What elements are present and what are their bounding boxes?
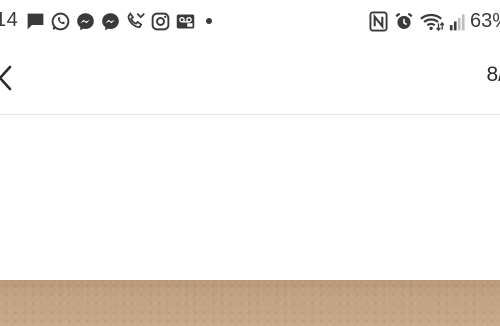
back-arrow-icon [0,65,12,91]
nfc-icon [369,11,388,32]
message-icon [25,11,46,32]
instagram-icon [150,11,171,32]
screen: 14 63 8 [0,0,500,326]
back-button[interactable] [0,64,16,92]
page-counter: 8/ [486,63,500,86]
alarm-icon [393,11,415,32]
messenger-icon [75,11,96,32]
app-toolbar: 8/ [0,44,500,115]
battery-percentage: 63% [469,9,500,32]
system-icons: 63% [369,10,500,32]
whatsapp-icon [50,11,71,32]
status-bar: 14 63 [0,0,500,44]
content-area [0,116,500,280]
status-time: 14 [0,9,19,31]
image-preview[interactable] [0,280,500,326]
wifi-icon [420,11,444,32]
missed-call-icon [125,11,146,32]
more-notifications-dot [206,18,212,24]
signal-icon [449,11,465,32]
voicemail-icon [175,11,196,32]
messenger-icon [100,11,121,32]
notification-icons [25,10,212,32]
